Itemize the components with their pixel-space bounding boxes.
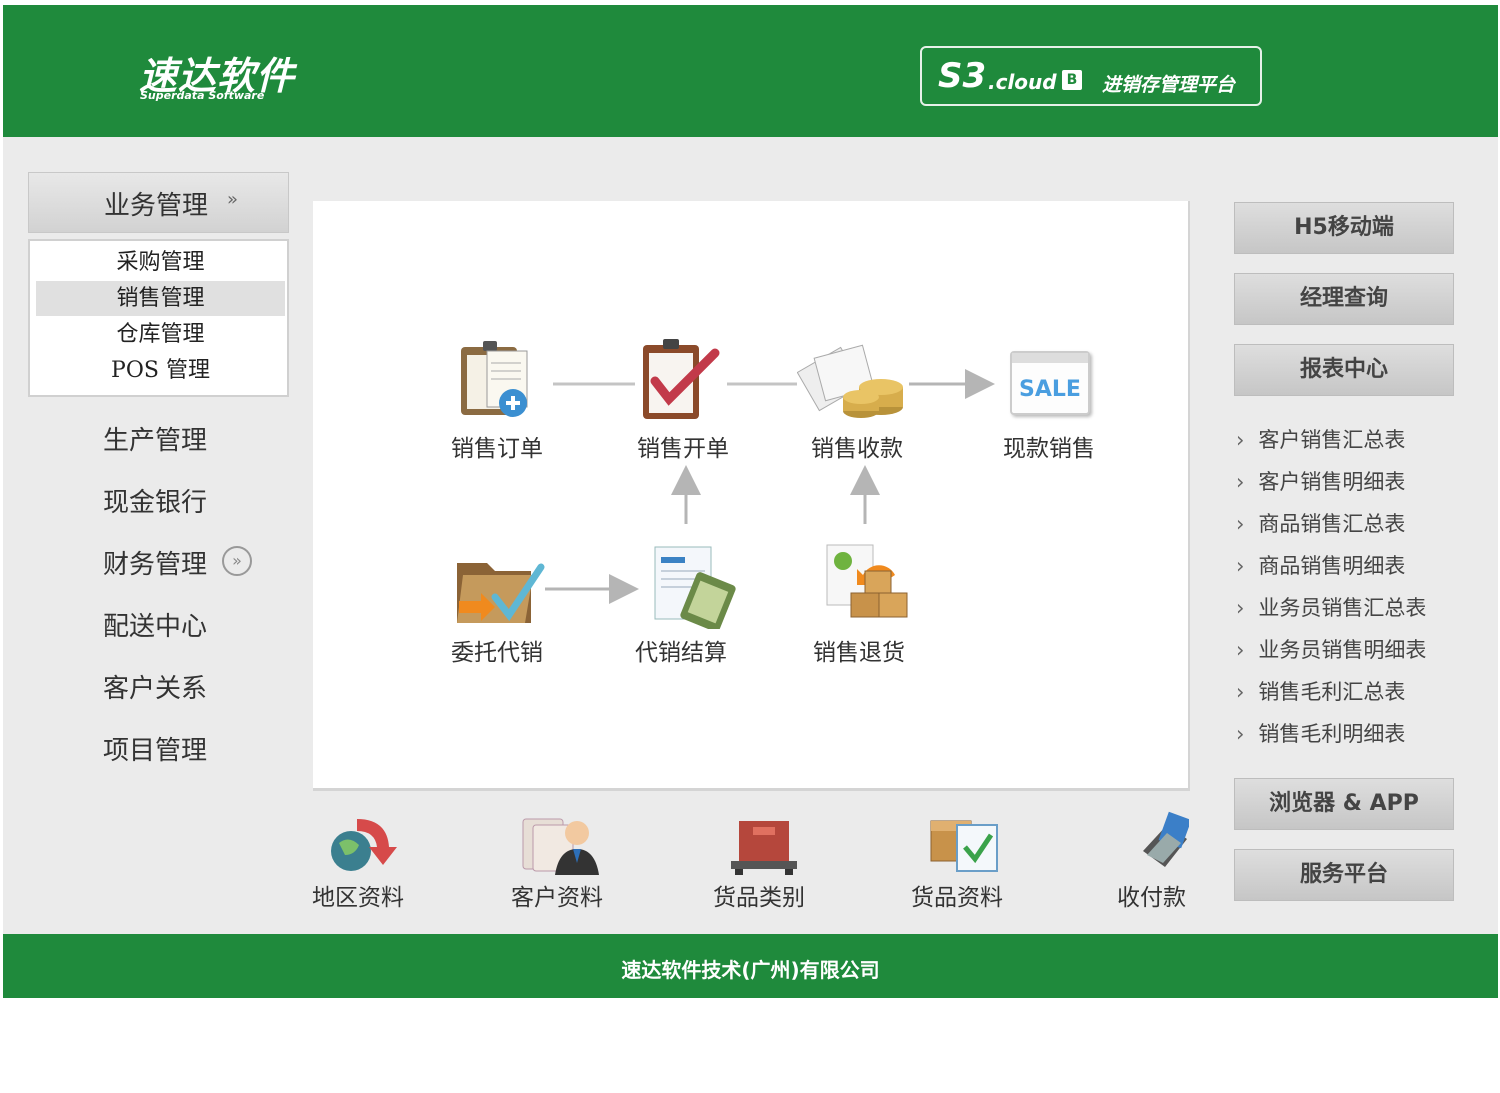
chevron-right-icon: › [1236, 470, 1245, 494]
brand-subtitle: Superdata Software [140, 89, 265, 102]
nav-sub-item-sales[interactable]: 销售管理 [36, 281, 285, 316]
chevron-right-icon: › [1236, 638, 1245, 662]
footer-bar: 速达软件技术(广州)有限公司 [3, 934, 1498, 998]
sales-order-icon[interactable] [453, 337, 543, 421]
chevron-right-icon: › [1236, 554, 1245, 578]
sales-payment-icon[interactable] [797, 341, 909, 421]
product-tagline: 进销存管理平台 [1102, 74, 1236, 96]
nav-item-delivery[interactable]: 配送中心 [103, 606, 207, 643]
nav-item-finance[interactable]: 财务管理 [103, 544, 207, 581]
chevron-right-icon: › [1236, 680, 1245, 704]
workflow-panel: 销售订单 销售开单 销售收款 SALE 现款销售 委托代销 代销结算 销售退货 [313, 201, 1190, 791]
flow-cash-sale[interactable]: 现款销售 [1003, 429, 1095, 463]
nav-submenu: 采购管理 销售管理 仓库管理 POS 管理 [28, 239, 289, 397]
chevron-right-icon: › [1236, 596, 1245, 620]
header-bar: 速达软件 Superdata Software S3 .cloud B 进销存管… [3, 5, 1498, 137]
customer-data-icon[interactable] [519, 813, 605, 875]
product-badge: B [1062, 70, 1082, 90]
report-center-button[interactable]: 报表中心 [1234, 344, 1454, 396]
app-window: 速达软件 Superdata Software S3 .cloud B 进销存管… [3, 5, 1498, 998]
nav-sub-item-pos[interactable]: POS 管理 [36, 353, 285, 388]
chevron-double-down-icon: » [227, 189, 239, 210]
sale-badge-text: SALE [1019, 377, 1081, 402]
flow-consignment-settlement[interactable]: 代销结算 [635, 633, 727, 667]
browser-app-button[interactable]: 浏览器 & APP [1234, 778, 1454, 830]
service-platform-button[interactable]: 服务平台 [1234, 849, 1454, 901]
report-link[interactable]: › 商品销售明细表 [1236, 550, 1405, 580]
flow-sales-order[interactable]: 销售订单 [451, 429, 543, 463]
card-reader-icon[interactable] [1137, 811, 1189, 875]
chevron-right-icon: › [1236, 722, 1245, 746]
flow-sales-return[interactable]: 销售退货 [813, 633, 905, 667]
cash-sale-icon[interactable]: SALE [1010, 351, 1090, 415]
region-data-icon[interactable] [329, 813, 401, 875]
nav-item-project[interactable]: 项目管理 [103, 730, 207, 767]
product-category-icon[interactable] [729, 813, 799, 875]
chevron-right-icon: › [1236, 428, 1245, 452]
flow-sales-receipt[interactable]: 销售收款 [811, 429, 903, 463]
consignment-settlement-icon[interactable] [649, 543, 739, 629]
nav-item-production[interactable]: 生产管理 [103, 420, 207, 457]
chevron-circle-down-icon[interactable]: » [222, 546, 252, 576]
report-link[interactable]: › 销售毛利汇总表 [1236, 676, 1405, 706]
nav-item-crm[interactable]: 客户关系 [103, 668, 207, 705]
sales-return-icon[interactable] [821, 541, 911, 629]
manager-query-button[interactable]: 经理查询 [1234, 273, 1454, 325]
product-code: S3 [938, 56, 987, 96]
product-title-box: S3 .cloud B 进销存管理平台 [920, 46, 1262, 106]
quick-payments[interactable]: 收付款 [1117, 878, 1186, 912]
report-link[interactable]: › 销售毛利明细表 [1236, 718, 1405, 748]
nav-business-management[interactable]: 业务管理 » [28, 172, 289, 233]
quick-region-data[interactable]: 地区资料 [312, 878, 404, 912]
quick-product-data[interactable]: 货品资料 [911, 878, 1003, 912]
chevron-right-icon: › [1236, 512, 1245, 536]
flow-consignment[interactable]: 委托代销 [451, 633, 543, 667]
workflow-connectors [545, 369, 995, 604]
sales-invoice-icon[interactable] [635, 333, 725, 423]
nav-head-label: 业务管理 [104, 191, 209, 221]
report-link[interactable]: › 客户销售汇总表 [1236, 424, 1405, 454]
nav-sub-item-warehouse[interactable]: 仓库管理 [36, 317, 285, 352]
quick-product-category[interactable]: 货品类别 [713, 878, 805, 912]
product-data-icon[interactable] [927, 811, 1003, 875]
footer-company-name: 速达软件技术(广州)有限公司 [621, 958, 880, 982]
report-link[interactable]: › 业务员销售明细表 [1236, 634, 1426, 664]
h5-mobile-button[interactable]: H5移动端 [1234, 202, 1454, 254]
nav-item-cash-bank[interactable]: 现金银行 [103, 482, 207, 519]
report-link[interactable]: › 客户销售明细表 [1236, 466, 1405, 496]
report-link[interactable]: › 业务员销售汇总表 [1236, 592, 1426, 622]
product-cloud: .cloud [988, 70, 1057, 94]
flow-sales-billing[interactable]: 销售开单 [637, 429, 729, 463]
quick-customer-data[interactable]: 客户资料 [511, 878, 603, 912]
report-link[interactable]: › 商品销售汇总表 [1236, 508, 1405, 538]
nav-sub-item-purchase[interactable]: 采购管理 [36, 245, 285, 280]
consignment-icon[interactable] [451, 553, 547, 629]
